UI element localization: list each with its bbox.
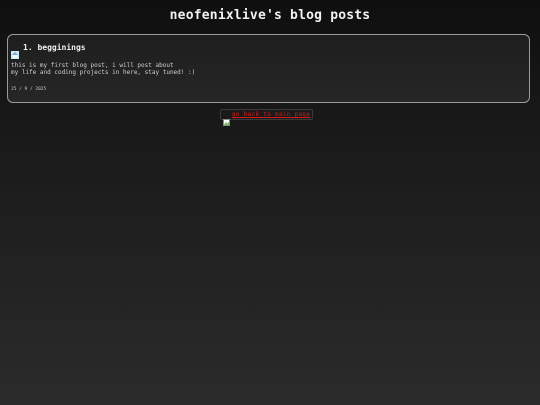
post-title: 1. begginings [23, 43, 86, 52]
post-body: this is my first blog post, i will post … [11, 62, 196, 76]
house-icon [11, 44, 19, 59]
page-title: neofenixlive's blog posts [169, 8, 371, 23]
post-header: 1. begginings [11, 43, 86, 59]
post-date: 25 / 9 / 2025 [11, 87, 47, 92]
back-to-main-link[interactable]: go back to main page [220, 109, 314, 126]
broken-image-icon [223, 111, 230, 126]
blog-post-card: 1. begginings this is my first blog post… [7, 34, 530, 103]
back-link-label[interactable]: go back to main page [232, 111, 310, 118]
